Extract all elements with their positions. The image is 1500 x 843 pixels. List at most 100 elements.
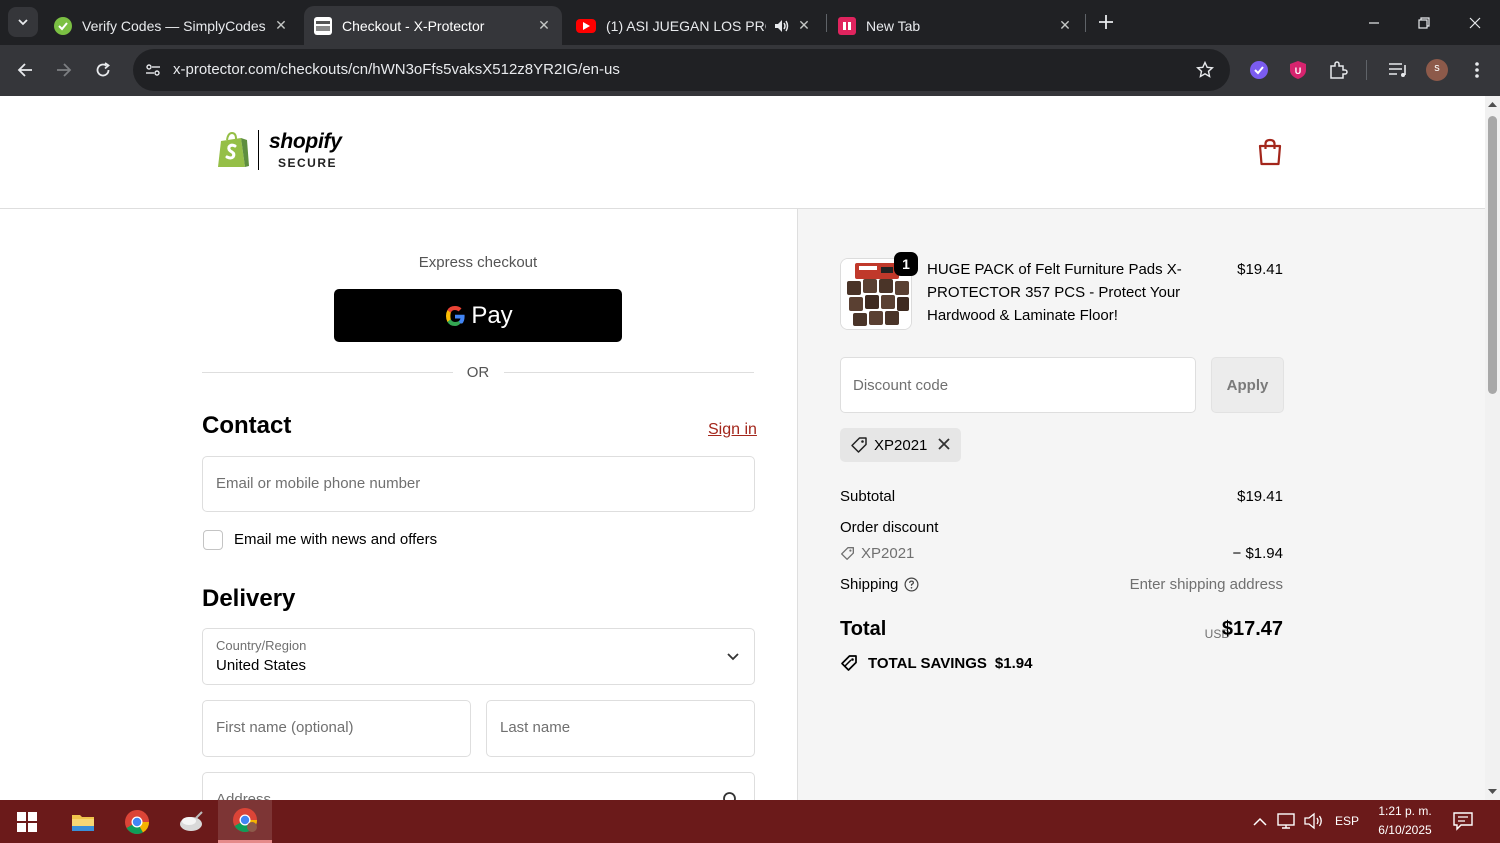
bookmark-star-icon[interactable] (1194, 59, 1216, 81)
tab-title: New Tab (866, 17, 921, 34)
last-name-field[interactable]: Last name (486, 700, 755, 757)
browser-tabstrip: Verify Codes — SimplyCodes ✕ Checkout - … (0, 0, 1500, 45)
profile-avatar[interactable]: s (1425, 58, 1449, 82)
clock-time[interactable]: 1:21 p. m. (1367, 804, 1443, 818)
first-name-field[interactable]: First name (optional) (202, 700, 471, 757)
extension-simplycodes-icon[interactable] (1247, 58, 1271, 82)
minimize-button[interactable] (1349, 0, 1399, 45)
scrollbar-thumb[interactable] (1488, 116, 1497, 394)
tab-title: Verify Codes — SimplyCodes (82, 17, 266, 34)
discount-amount: − $1.94 (1232, 545, 1283, 562)
tab-separator (826, 14, 827, 32)
new-tab-favicon-icon (838, 16, 856, 35)
chrome-button[interactable] (110, 800, 164, 843)
sign-in-link[interactable]: Sign in (708, 421, 757, 439)
total-value: $17.47 (1221, 618, 1283, 640)
news-offers-label: Email me with news and offers (234, 531, 438, 548)
checkout-form-column: Express checkout Pay OR Contact Sign in … (0, 209, 797, 800)
simplycodes-favicon-icon (54, 16, 72, 35)
address-field[interactable]: Address (202, 772, 755, 800)
total-savings: TOTAL SAVINGS $1.94 (840, 654, 1032, 672)
chrome-profile-button[interactable] (218, 800, 272, 843)
url-text[interactable]: x-protector.com/checkouts/cn/hWN3oFfs5va… (173, 61, 620, 78)
logo-secure-label: SECURE (278, 156, 338, 170)
scroll-up-icon[interactable] (1488, 100, 1497, 109)
discount-code-input[interactable]: Discount code (840, 357, 1196, 413)
page-scrollbar[interactable] (1485, 96, 1500, 800)
tray-expand-icon[interactable] (1250, 812, 1270, 832)
email-field[interactable]: Email or mobile phone number (202, 456, 755, 512)
chrome-icon (233, 808, 257, 833)
shopping-bag-icon[interactable] (1257, 138, 1283, 166)
chrome-icon (125, 809, 149, 834)
tab-search-button[interactable] (8, 7, 38, 37)
youtube-favicon-icon (576, 18, 596, 33)
tab-title: (1) ASI JUEGAN LOS PROFE (606, 17, 766, 34)
news-offers-checkbox[interactable] (203, 530, 223, 550)
tag-icon (841, 655, 857, 671)
checkout-page: shopify SECURE Express checkout Pay OR C… (0, 96, 1485, 800)
shipping-label: Shipping (840, 576, 899, 593)
quantity-badge: 1 (894, 252, 918, 276)
toolbar-divider (1366, 60, 1367, 80)
delivery-heading: Delivery (202, 585, 296, 612)
shopify-bag-icon (218, 131, 249, 167)
applied-discount-tag: XP2021 (840, 428, 961, 462)
back-button[interactable] (10, 55, 40, 85)
shipping-row: Shipping (840, 576, 919, 593)
tab-close-icon[interactable]: ✕ (1057, 17, 1073, 34)
folder-icon (72, 814, 94, 831)
profile-initial: s (1434, 62, 1440, 74)
site-info-icon[interactable] (141, 58, 165, 82)
reload-button[interactable] (88, 55, 118, 85)
network-icon[interactable] (1276, 811, 1300, 833)
scroll-down-icon[interactable] (1488, 787, 1497, 796)
chevron-down-icon (18, 19, 28, 26)
arrow-right-icon (57, 63, 72, 77)
language-indicator[interactable]: ESP (1332, 814, 1362, 828)
new-tab-button[interactable] (1092, 8, 1120, 36)
logo-text: shopify SECURE (269, 131, 342, 169)
mouse-app-button[interactable] (164, 800, 218, 843)
tab-simplycodes[interactable]: Verify Codes — SimplyCodes ✕ (44, 6, 299, 45)
windows-logo-icon (17, 811, 37, 832)
product-title: HUGE PACK of Felt Furniture Pads X-PROTE… (927, 261, 1182, 324)
media-control-icon[interactable] (1386, 58, 1410, 82)
address-bar[interactable]: x-protector.com/checkouts/cn/hWN3oFfs5va… (133, 49, 1230, 91)
country-label: Country/Region (216, 638, 307, 653)
file-explorer-button[interactable] (56, 800, 110, 843)
restore-button[interactable] (1399, 0, 1449, 45)
browser-menu-icon[interactable] (1465, 58, 1489, 82)
start-button[interactable] (0, 800, 54, 843)
apply-discount-button[interactable]: Apply (1211, 357, 1284, 413)
applied-code-text: XP2021 (874, 436, 928, 454)
help-circle-icon[interactable] (904, 577, 919, 592)
country-select[interactable]: Country/Region United States (202, 628, 755, 685)
tab-title: Checkout - X-Protector (342, 17, 485, 34)
volume-icon[interactable] (1303, 811, 1327, 833)
discount-code-row: XP2021 (840, 545, 914, 562)
extensions-puzzle-icon[interactable] (1326, 58, 1350, 82)
tab-checkout[interactable]: Checkout - X-Protector ✕ (304, 6, 562, 45)
speaker-icon[interactable] (774, 19, 790, 33)
tab-close-icon[interactable]: ✕ (796, 17, 812, 34)
tab-close-icon[interactable]: ✕ (536, 17, 552, 34)
reload-icon (96, 62, 110, 77)
close-window-button[interactable] (1450, 0, 1500, 45)
shopify-secure-logo: shopify SECURE (216, 130, 342, 170)
google-pay-button[interactable]: Pay (334, 289, 622, 342)
tag-icon (851, 437, 867, 453)
forward-button[interactable] (49, 55, 79, 85)
email-placeholder: Email or mobile phone number (216, 475, 421, 492)
notification-center-icon[interactable] (1452, 811, 1476, 833)
tab-close-icon[interactable]: ✕ (273, 17, 289, 34)
product-price: $19.41 (1237, 261, 1283, 278)
extension-shield-icon[interactable]: U (1286, 58, 1310, 82)
clock-date[interactable]: 6/10/2025 (1367, 823, 1443, 837)
last-name-placeholder: Last name (500, 719, 571, 736)
tab-new-tab[interactable]: New Tab ✕ (828, 6, 1083, 45)
remove-discount-icon[interactable] (937, 437, 951, 451)
tab-youtube[interactable]: (1) ASI JUEGAN LOS PROFE ✕ (566, 6, 822, 45)
windows-taskbar: ESP 1:21 p. m. 6/10/2025 (0, 800, 1500, 843)
country-value: United States (216, 657, 307, 674)
